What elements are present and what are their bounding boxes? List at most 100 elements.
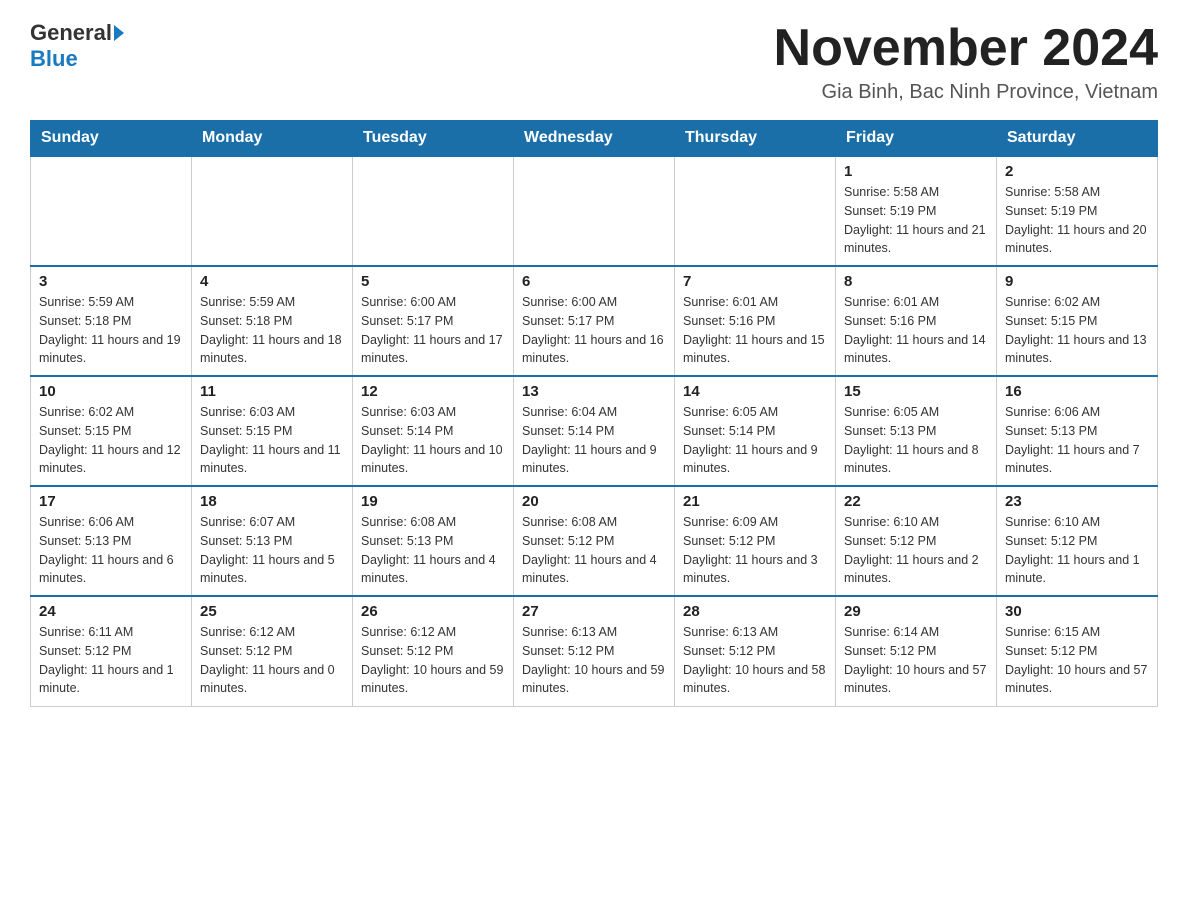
col-tuesday: Tuesday (353, 121, 514, 157)
day-info: Sunrise: 5:58 AMSunset: 5:19 PMDaylight:… (1005, 183, 1149, 258)
calendar-cell: 18Sunrise: 6:07 AMSunset: 5:13 PMDayligh… (192, 486, 353, 596)
calendar-cell: 28 Sunrise: 6:13 AMSunset: 5:12 PMDayligh… (675, 596, 836, 706)
month-title: November 2024 (774, 20, 1158, 77)
day-number: 27 (522, 603, 666, 620)
logo-blue-text: Blue (30, 46, 78, 72)
day-info: Sunrise: 6:04 AMSunset: 5:14 PMDaylight:… (522, 403, 666, 478)
col-saturday: Saturday (997, 121, 1158, 157)
day-info: Sunrise: 5:59 AMSunset: 5:18 PMDaylight:… (200, 293, 344, 368)
title-block: November 2024 Gia Binh, Bac Ninh Provinc… (774, 20, 1158, 104)
day-info: Sunrise: 6:05 AMSunset: 5:14 PMDaylight:… (683, 403, 827, 478)
day-info: Sunrise: 6:00 AMSunset: 5:17 PMDaylight:… (361, 293, 505, 368)
day-number: 23 (1005, 493, 1149, 510)
day-number: 4 (200, 273, 344, 290)
day-number: 2 (1005, 163, 1149, 180)
day-info: Sunrise: 6:10 AMSunset: 5:12 PMDaylight:… (1005, 513, 1149, 588)
day-number: 26 (361, 603, 505, 620)
col-wednesday: Wednesday (514, 121, 675, 157)
day-info: Sunrise: 6:13 AMSunset: 5:12 PMDaylight:… (522, 623, 666, 698)
day-number: 14 (683, 383, 827, 400)
day-number: 3 (39, 273, 183, 290)
day-info: Sunrise: 6:13 AMSunset: 5:12 PMDaylight:… (683, 623, 827, 698)
calendar-cell (353, 156, 514, 266)
day-number: 11 (200, 383, 344, 400)
calendar-cell: 25 Sunrise: 6:12 AMSunset: 5:12 PMDayligh… (192, 596, 353, 706)
calendar-cell: 30 Sunrise: 6:15 AMSunset: 5:12 PMDayligh… (997, 596, 1158, 706)
day-number: 1 (844, 163, 988, 180)
calendar-cell: 8 Sunrise: 6:01 AMSunset: 5:16 PMDaylight… (836, 266, 997, 376)
day-number: 21 (683, 493, 827, 510)
day-info: Sunrise: 6:01 AMSunset: 5:16 PMDaylight:… (683, 293, 827, 368)
calendar-header-row: Sunday Monday Tuesday Wednesday Thursday… (31, 121, 1158, 157)
week-row-2: 3 Sunrise: 5:59 AMSunset: 5:18 PMDaylight… (31, 266, 1158, 376)
logo-text: General (30, 20, 128, 46)
logo-triangle-icon (114, 25, 124, 41)
calendar-cell: 7 Sunrise: 6:01 AMSunset: 5:16 PMDaylight… (675, 266, 836, 376)
day-info: Sunrise: 6:00 AMSunset: 5:17 PMDaylight:… (522, 293, 666, 368)
day-info: Sunrise: 5:59 AMSunset: 5:18 PMDaylight:… (39, 293, 183, 368)
day-info: Sunrise: 6:06 AMSunset: 5:13 PMDaylight:… (39, 513, 183, 588)
calendar-cell: 29 Sunrise: 6:14 AMSunset: 5:12 PMDayligh… (836, 596, 997, 706)
day-info: Sunrise: 6:03 AMSunset: 5:14 PMDaylight:… (361, 403, 505, 478)
day-number: 25 (200, 603, 344, 620)
calendar-cell: 6 Sunrise: 6:00 AMSunset: 5:17 PMDaylight… (514, 266, 675, 376)
calendar-cell: 9Sunrise: 6:02 AMSunset: 5:15 PMDaylight… (997, 266, 1158, 376)
week-row-3: 10Sunrise: 6:02 AMSunset: 5:15 PMDayligh… (31, 376, 1158, 486)
day-info: Sunrise: 6:14 AMSunset: 5:12 PMDaylight:… (844, 623, 988, 698)
col-sunday: Sunday (31, 121, 192, 157)
day-number: 18 (200, 493, 344, 510)
calendar-cell: 14 Sunrise: 6:05 AMSunset: 5:14 PMDayligh… (675, 376, 836, 486)
day-number: 10 (39, 383, 183, 400)
calendar-cell: 20 Sunrise: 6:08 AMSunset: 5:12 PMDayligh… (514, 486, 675, 596)
calendar-table: Sunday Monday Tuesday Wednesday Thursday… (30, 120, 1158, 707)
week-row-5: 24 Sunrise: 6:11 AMSunset: 5:12 PMDayligh… (31, 596, 1158, 706)
page-header: General Blue November 2024 Gia Binh, Bac… (30, 20, 1158, 104)
calendar-cell: 21 Sunrise: 6:09 AMSunset: 5:12 PMDayligh… (675, 486, 836, 596)
calendar-cell: 27 Sunrise: 6:13 AMSunset: 5:12 PMDayligh… (514, 596, 675, 706)
day-number: 8 (844, 273, 988, 290)
day-number: 30 (1005, 603, 1149, 620)
calendar-cell: 24 Sunrise: 6:11 AMSunset: 5:12 PMDayligh… (31, 596, 192, 706)
day-info: Sunrise: 6:08 AMSunset: 5:12 PMDaylight:… (522, 513, 666, 588)
calendar-cell: 11 Sunrise: 6:03 AMSunset: 5:15 PMDayligh… (192, 376, 353, 486)
day-info: Sunrise: 6:12 AMSunset: 5:12 PMDaylight:… (361, 623, 505, 698)
calendar-cell (675, 156, 836, 266)
day-info: Sunrise: 6:06 AMSunset: 5:13 PMDaylight:… (1005, 403, 1149, 478)
day-number: 24 (39, 603, 183, 620)
day-info: Sunrise: 6:03 AMSunset: 5:15 PMDaylight:… (200, 403, 344, 478)
calendar-cell: 10Sunrise: 6:02 AMSunset: 5:15 PMDayligh… (31, 376, 192, 486)
week-row-4: 17 Sunrise: 6:06 AMSunset: 5:13 PMDayligh… (31, 486, 1158, 596)
day-info: Sunrise: 6:11 AMSunset: 5:12 PMDaylight:… (39, 623, 183, 698)
day-info: Sunrise: 6:02 AMSunset: 5:15 PMDaylight:… (1005, 293, 1149, 368)
calendar-cell: 12 Sunrise: 6:03 AMSunset: 5:14 PMDayligh… (353, 376, 514, 486)
col-monday: Monday (192, 121, 353, 157)
day-number: 29 (844, 603, 988, 620)
day-info: Sunrise: 6:01 AMSunset: 5:16 PMDaylight:… (844, 293, 988, 368)
week-row-1: 1 Sunrise: 5:58 AMSunset: 5:19 PMDaylight… (31, 156, 1158, 266)
calendar-cell: 17 Sunrise: 6:06 AMSunset: 5:13 PMDayligh… (31, 486, 192, 596)
day-number: 16 (1005, 383, 1149, 400)
day-info: Sunrise: 6:09 AMSunset: 5:12 PMDaylight:… (683, 513, 827, 588)
day-info: Sunrise: 6:15 AMSunset: 5:12 PMDaylight:… (1005, 623, 1149, 698)
day-number: 7 (683, 273, 827, 290)
calendar-cell: 5Sunrise: 6:00 AMSunset: 5:17 PMDaylight… (353, 266, 514, 376)
day-info: Sunrise: 5:58 AMSunset: 5:19 PMDaylight:… (844, 183, 988, 258)
calendar-cell (31, 156, 192, 266)
day-number: 20 (522, 493, 666, 510)
calendar-cell: 4 Sunrise: 5:59 AMSunset: 5:18 PMDaylight… (192, 266, 353, 376)
day-info: Sunrise: 6:12 AMSunset: 5:12 PMDaylight:… (200, 623, 344, 698)
day-number: 13 (522, 383, 666, 400)
day-info: Sunrise: 6:05 AMSunset: 5:13 PMDaylight:… (844, 403, 988, 478)
calendar-cell: 3 Sunrise: 5:59 AMSunset: 5:18 PMDaylight… (31, 266, 192, 376)
logo-general-text: General (30, 20, 112, 46)
day-number: 12 (361, 383, 505, 400)
day-number: 17 (39, 493, 183, 510)
col-friday: Friday (836, 121, 997, 157)
day-number: 19 (361, 493, 505, 510)
calendar-cell: 15 Sunrise: 6:05 AMSunset: 5:13 PMDayligh… (836, 376, 997, 486)
day-number: 28 (683, 603, 827, 620)
day-number: 15 (844, 383, 988, 400)
day-number: 6 (522, 273, 666, 290)
day-number: 22 (844, 493, 988, 510)
col-thursday: Thursday (675, 121, 836, 157)
